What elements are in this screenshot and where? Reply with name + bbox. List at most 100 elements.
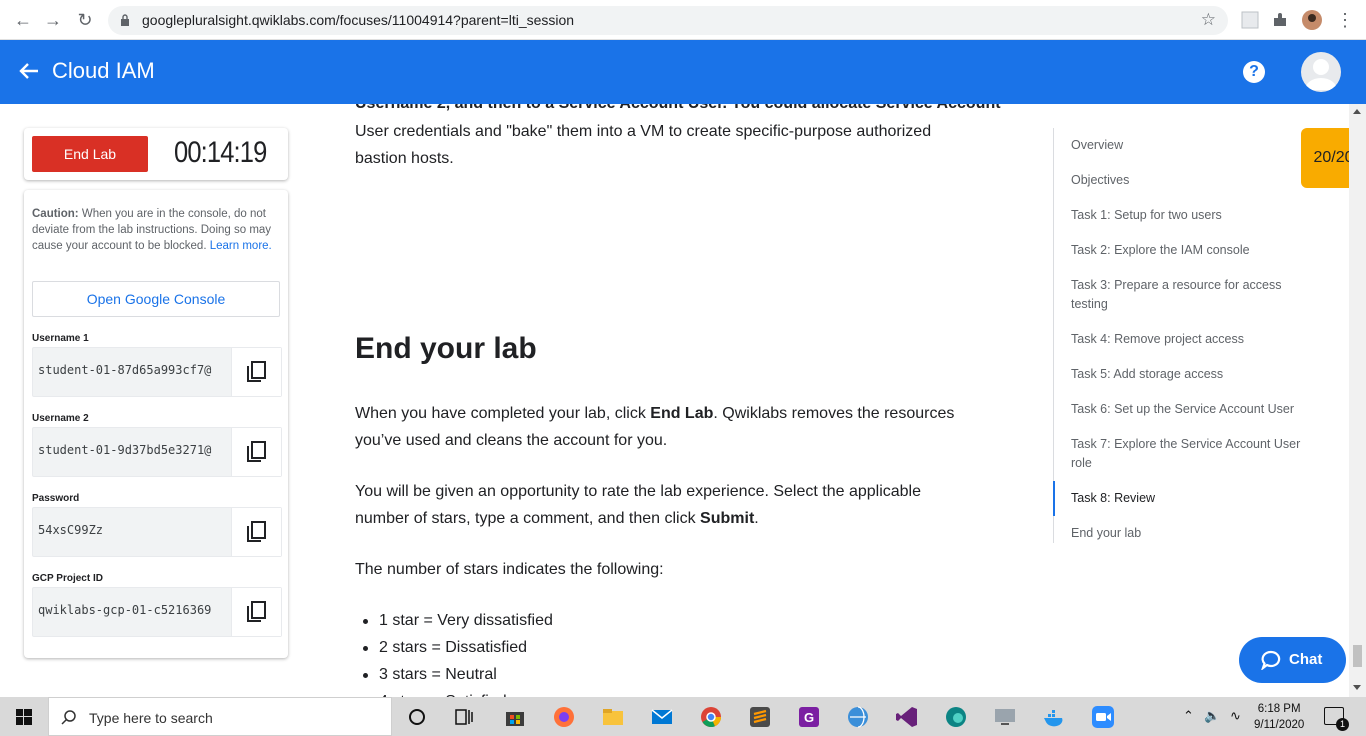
scroll-thumb[interactable] xyxy=(1353,645,1362,667)
scroll-down-icon[interactable] xyxy=(1353,685,1361,690)
address-bar[interactable]: googlepluralsight.qwiklabs.com/focuses/1… xyxy=(108,6,1228,35)
network-globe-icon[interactable] xyxy=(846,705,870,729)
reload-icon[interactable]: ↻ xyxy=(74,9,96,31)
copy-icon xyxy=(247,441,266,462)
copy-password-button[interactable] xyxy=(231,508,281,556)
wifi-icon[interactable]: ∿ xyxy=(1230,708,1241,724)
windows-start-icon[interactable] xyxy=(16,709,32,725)
menu-kebab-icon[interactable]: ⋮ xyxy=(1334,9,1356,31)
toc-item-task7[interactable]: Task 7: Explore the Service Account User… xyxy=(1054,435,1313,473)
profile-avatar-icon[interactable] xyxy=(1302,10,1322,30)
credentials-panel: Caution: When you are in the console, do… xyxy=(24,190,288,658)
firefox-icon[interactable] xyxy=(552,705,576,729)
volume-muted-icon[interactable]: 🔈 xyxy=(1204,708,1220,724)
page-scrollbar[interactable] xyxy=(1349,104,1366,697)
text: You will be given an opportunity to rate… xyxy=(355,483,922,527)
user-silhouette-icon xyxy=(1305,59,1337,90)
copy-icon xyxy=(247,601,266,622)
forward-icon[interactable]: → xyxy=(42,9,64,31)
store-icon[interactable] xyxy=(503,705,527,729)
copy-username1-button[interactable] xyxy=(231,348,281,396)
notification-center-icon[interactable]: 1 xyxy=(1324,707,1349,731)
windows-taskbar: Type here to search G ⌃ 🔈 ∿ 6:18 PM 9/11… xyxy=(0,697,1366,736)
open-google-console-button[interactable]: Open Google Console xyxy=(32,281,280,317)
taskbar-search-box[interactable]: Type here to search xyxy=(48,697,392,736)
extension-icon[interactable] xyxy=(1240,10,1260,30)
browser-toolbar: ← → ↻ googlepluralsight.qwiklabs.com/foc… xyxy=(0,0,1366,40)
zoom-icon[interactable] xyxy=(1091,705,1115,729)
toc-item-task3[interactable]: Task 3: Prepare a resource for access te… xyxy=(1054,276,1313,314)
password-field[interactable]: 54xsC99Zz xyxy=(32,507,282,557)
caution-notice: Caution: When you are in the console, do… xyxy=(32,206,284,254)
bold-text: End Lab xyxy=(650,405,714,422)
back-icon[interactable]: ← xyxy=(12,9,34,31)
edge-icon[interactable] xyxy=(944,705,968,729)
copy-project-id-button[interactable] xyxy=(231,588,281,636)
url-text: googlepluralsight.qwiklabs.com/focuses/1… xyxy=(142,12,575,28)
username2-label: Username 2 xyxy=(32,413,89,424)
clock-date: 9/11/2020 xyxy=(1254,719,1305,731)
scroll-up-icon[interactable] xyxy=(1353,109,1361,114)
paragraph: The number of stars indicates the follow… xyxy=(355,561,664,578)
cortana-icon[interactable] xyxy=(405,705,429,729)
toc-item-task4[interactable]: Task 4: Remove project access xyxy=(1054,330,1313,349)
search-placeholder: Type here to search xyxy=(89,710,213,726)
username2-field[interactable]: student-01-9d37bd5e3271@ xyxy=(32,427,282,477)
password-label: Password xyxy=(32,493,80,504)
toc-item-task8[interactable]: Task 8: Review xyxy=(1053,481,1313,516)
learn-more-link[interactable]: Learn more. xyxy=(210,240,272,252)
paragraph: User credentials and "bake" them into a … xyxy=(355,123,932,167)
toc-item-overview[interactable]: Overview xyxy=(1054,136,1313,155)
bookmark-star-icon[interactable]: ☆ xyxy=(1201,10,1216,30)
system-clock[interactable]: 6:18 PM 9/11/2020 xyxy=(1254,701,1304,733)
paragraph: You will be given an opportunity to rate… xyxy=(355,478,975,532)
toc-item-task6[interactable]: Task 6: Set up the Service Account User xyxy=(1054,400,1313,419)
notification-count-badge: 1 xyxy=(1336,718,1349,731)
toc-item-objectives[interactable]: Objectives xyxy=(1054,171,1313,190)
username2-value[interactable]: student-01-9d37bd5e3271@ xyxy=(38,443,230,457)
chat-label: Chat xyxy=(1289,651,1323,668)
help-icon[interactable]: ? xyxy=(1243,61,1265,83)
paragraph: When you have completed your lab, click … xyxy=(355,400,995,454)
project-id-value[interactable]: qwiklabs-gcp-01-c5216369 xyxy=(38,603,230,617)
bold-text: Submit xyxy=(700,510,755,527)
visual-studio-icon[interactable] xyxy=(895,705,919,729)
section-heading: End your lab xyxy=(355,332,537,365)
file-explorer-icon[interactable] xyxy=(601,705,625,729)
remote-desktop-icon[interactable] xyxy=(993,705,1017,729)
back-arrow-icon[interactable] xyxy=(16,58,42,84)
chat-button[interactable]: Chat xyxy=(1239,637,1346,683)
toc-item-task1[interactable]: Task 1: Setup for two users xyxy=(1054,206,1313,225)
tray-chevron-up-icon[interactable]: ⌃ xyxy=(1183,708,1194,724)
clock-time: 6:18 PM xyxy=(1257,703,1301,715)
search-icon xyxy=(61,710,76,725)
sublime-text-icon[interactable] xyxy=(748,705,772,729)
list-item: 3 stars = Neutral xyxy=(355,661,553,688)
chrome-icon[interactable] xyxy=(699,705,723,729)
username1-value[interactable]: student-01-87d65a993cf7@ xyxy=(38,363,230,377)
toc-item-task2[interactable]: Task 2: Explore the IAM console xyxy=(1054,241,1313,260)
toc-item-task5[interactable]: Task 5: Add storage access xyxy=(1054,365,1313,384)
app-header: Cloud IAM ? xyxy=(0,40,1366,104)
project-id-field[interactable]: qwiklabs-gcp-01-c5216369 xyxy=(32,587,282,637)
star-rating-list: 1 star = Very dissatisfied 2 stars = Dis… xyxy=(355,607,553,697)
password-value[interactable]: 54xsC99Zz xyxy=(38,523,230,537)
project-id-label: GCP Project ID xyxy=(32,573,103,584)
svg-text:G: G xyxy=(804,710,814,725)
timer-card: End Lab 00:14:19 xyxy=(24,128,288,180)
page-title: Cloud IAM xyxy=(52,58,155,83)
toc-item-end-lab[interactable]: End your lab xyxy=(1054,524,1313,543)
puzzle-extensions-icon[interactable] xyxy=(1270,10,1290,30)
lock-icon xyxy=(121,14,129,26)
chat-bubble-icon xyxy=(1261,650,1281,670)
task-view-icon[interactable] xyxy=(452,705,476,729)
copy-username2-button[interactable] xyxy=(231,428,281,476)
mail-icon[interactable] xyxy=(650,705,674,729)
pdf-app-icon[interactable]: G xyxy=(797,705,821,729)
docker-icon[interactable] xyxy=(1042,705,1066,729)
lab-timer: 00:14:19 xyxy=(174,136,267,169)
avatar[interactable] xyxy=(1301,52,1341,92)
end-lab-button[interactable]: End Lab xyxy=(32,136,148,172)
username1-field[interactable]: student-01-87d65a993cf7@ xyxy=(32,347,282,397)
text: When you have completed your lab, click xyxy=(355,405,651,422)
